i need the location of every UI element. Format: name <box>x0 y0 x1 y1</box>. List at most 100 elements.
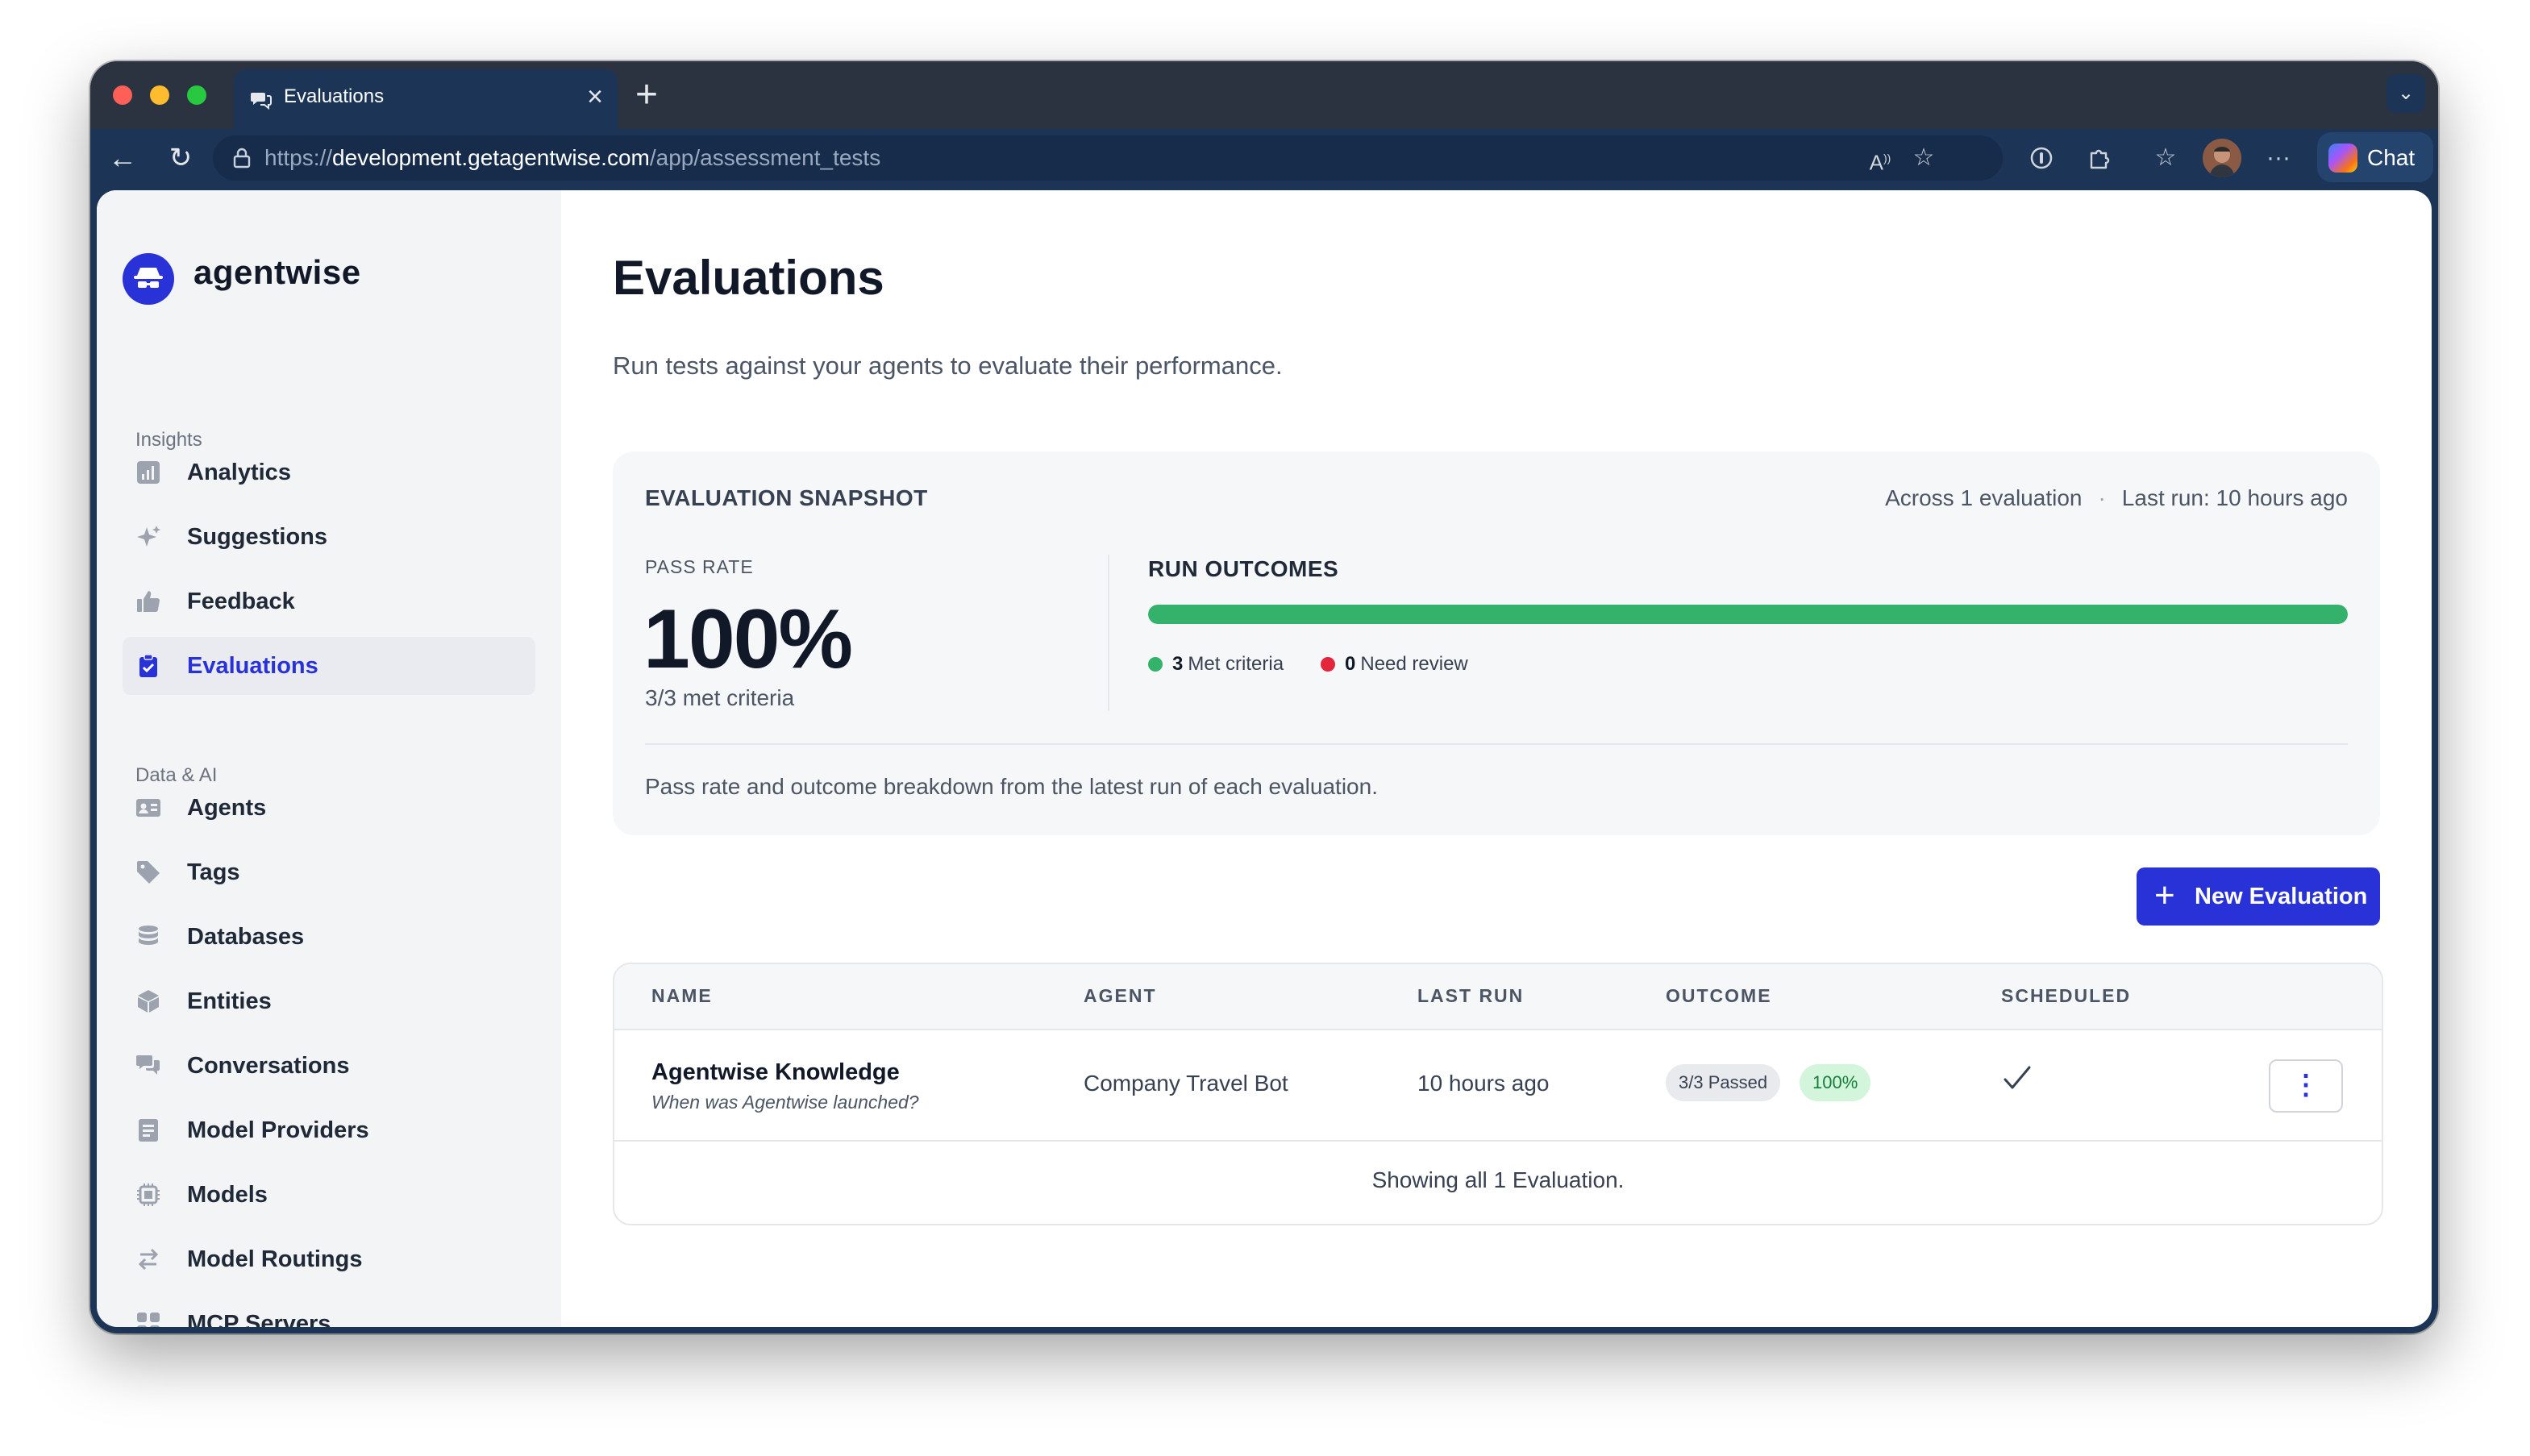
evaluation-name-link[interactable]: Agentwise Knowledge <box>651 1059 900 1086</box>
plus-icon: + <box>2154 876 2175 915</box>
cube-icon <box>138 990 159 1013</box>
sidebar-item-tags[interactable]: Tags <box>123 843 535 901</box>
table-footer-text: Showing all 1 Evaluation. <box>1371 1167 1625 1192</box>
sidebar-item-databases[interactable]: Databases <box>123 908 535 966</box>
evaluations-table: NAME AGENT LAST RUN OUTCOME SCHEDULED Ag… <box>613 963 2383 1225</box>
database-icon <box>139 926 158 945</box>
snapshot-footnote: Pass rate and outcome breakdown from the… <box>645 774 1378 799</box>
sidebar-item-label: Analytics <box>187 460 291 485</box>
checkmark-icon <box>2004 1066 2031 1089</box>
chat-label: Chat <box>2367 145 2416 170</box>
chip-icon <box>137 1184 160 1206</box>
page-subtitle: Run tests against your agents to evaluat… <box>613 352 1283 380</box>
table-footer: Showing all 1 Evaluation. <box>614 1140 2382 1224</box>
need-review-dot <box>1321 657 1335 672</box>
snapshot-title: EVALUATION SNAPSHOT <box>645 485 928 510</box>
sidebar-item-evaluations[interactable]: Evaluations <box>123 637 535 695</box>
sidebar-item-label: MCP Servers <box>187 1311 331 1327</box>
met-criteria-dot <box>1148 657 1163 672</box>
profile-avatar[interactable] <box>2203 139 2241 177</box>
snapshot-evaluation-count: Across 1 evaluation <box>1885 485 2083 510</box>
brand-name[interactable]: agentwise <box>193 253 361 292</box>
copilot-icon <box>2328 144 2357 173</box>
address-bar[interactable]: https://development.getagentwise.com/app… <box>213 135 2003 181</box>
table-row[interactable]: Agentwise Knowledge When was Agentwise l… <box>614 1030 2382 1142</box>
sidebar-item-model-routings[interactable]: Model Routings <box>123 1230 535 1288</box>
browser-toolbar: ← ↻ https://development.getagentwise.com… <box>90 129 2438 187</box>
close-tab-icon[interactable]: × <box>587 81 603 113</box>
back-arrow-icon[interactable]: ← <box>102 137 144 179</box>
id-card-icon <box>136 799 160 817</box>
run-outcomes-progress-bar <box>1148 605 2348 624</box>
evaluation-snapshot-card: EVALUATION SNAPSHOT Across 1 evaluation ·… <box>613 451 2380 835</box>
sidebar-item-mcp-servers[interactable]: MCP Servers <box>123 1295 535 1327</box>
chat-bubbles-icon <box>136 1055 160 1075</box>
column-header-name[interactable]: NAME <box>651 985 713 1007</box>
favorites-list-icon[interactable]: ☆ <box>2146 139 2185 177</box>
more-options-icon[interactable]: ··· <box>2259 139 2298 177</box>
sidebar-item-analytics[interactable]: Analytics <box>123 443 535 501</box>
close-window-button[interactable] <box>113 85 132 105</box>
agentwise-logo-icon[interactable] <box>123 253 174 305</box>
sidebar-item-feedback[interactable]: Feedback <box>123 572 535 630</box>
tab-title: Evaluations <box>284 85 385 107</box>
legend-met-criteria: 3 Met criteria <box>1148 653 1284 676</box>
pass-rate-subtext: 3/3 met criteria <box>645 685 795 710</box>
vertical-ellipsis-icon: ⋮ <box>2292 1070 2320 1100</box>
favorite-star-icon[interactable]: ☆ <box>1904 139 1943 177</box>
snapshot-last-run: Last run: 10 hours ago <box>2121 485 2348 510</box>
sidebar-item-suggestions[interactable]: Suggestions <box>123 508 535 566</box>
outcome-percent-badge: 100% <box>1800 1064 1871 1101</box>
main-panel: Evaluations Run tests against your agent… <box>561 190 2432 1327</box>
run-outcomes-met-fill <box>1148 605 2348 624</box>
pass-rate-value: 100% <box>643 593 853 686</box>
agent-cell: Company Travel Bot <box>1084 1071 1288 1096</box>
new-evaluation-button[interactable]: + New Evaluation <box>2137 867 2380 926</box>
column-header-last-run[interactable]: LAST RUN <box>1417 985 1524 1007</box>
clipboard-check-icon <box>139 654 157 677</box>
horizontal-divider <box>645 743 2348 745</box>
row-actions-button[interactable]: ⋮ <box>2269 1059 2343 1113</box>
run-outcomes-title: RUN OUTCOMES <box>1148 556 1339 581</box>
sidebar-item-label: Suggestions <box>187 524 328 550</box>
password-manager-icon[interactable] <box>2022 139 2061 177</box>
evaluation-question: When was Agentwise launched? <box>651 1092 919 1113</box>
column-header-scheduled[interactable]: SCHEDULED <box>2001 985 2131 1007</box>
sidebar-item-label: Evaluations <box>187 653 318 679</box>
sidebar-item-label: Databases <box>187 924 305 950</box>
tag-icon <box>137 861 160 884</box>
reload-icon[interactable]: ↻ <box>160 137 202 179</box>
met-count: 3 <box>1172 653 1184 675</box>
sidebar-item-model-providers[interactable]: Model Providers <box>123 1101 535 1159</box>
read-aloud-icon[interactable]: A)) <box>1861 139 1900 177</box>
browser-titlebar: Evaluations × + ⌄ <box>90 61 2438 129</box>
column-header-agent[interactable]: AGENT <box>1084 985 1157 1007</box>
lock-icon <box>233 148 251 168</box>
sidebar: agentwise Insights Analytics Suggestions… <box>97 190 561 1327</box>
sidebar-item-agents[interactable]: Agents <box>123 779 535 837</box>
tab-list-chevron-icon[interactable]: ⌄ <box>2386 74 2425 113</box>
pass-rate-label: PASS RATE <box>645 556 754 577</box>
thumbs-up-icon <box>137 591 160 612</box>
bar-chart-icon <box>137 461 160 484</box>
review-count: 0 <box>1345 653 1356 675</box>
extensions-puzzle-icon[interactable] <box>2080 139 2119 177</box>
sparkles-icon <box>137 526 160 547</box>
snapshot-meta: Across 1 evaluation · Last run: 10 hours a… <box>1885 485 2348 511</box>
outcome-passed-badge: 3/3 Passed <box>1666 1064 1781 1101</box>
url-text: https://development.getagentwise.com/app… <box>264 145 881 170</box>
copilot-chat-button[interactable]: Chat <box>2317 132 2433 182</box>
column-header-outcome[interactable]: OUTCOME <box>1666 985 1772 1007</box>
sidebar-item-entities[interactable]: Entities <box>123 972 535 1030</box>
sidebar-item-models[interactable]: Models <box>123 1166 535 1224</box>
sidebar-item-conversations[interactable]: Conversations <box>123 1037 535 1095</box>
last-run-cell: 10 hours ago <box>1417 1071 1550 1096</box>
grid-icon <box>137 1312 160 1327</box>
maximize-window-button[interactable] <box>187 85 206 105</box>
vertical-divider <box>1108 555 1109 711</box>
new-tab-button[interactable]: + <box>635 69 658 121</box>
browser-tab-active[interactable]: Evaluations × <box>234 69 618 129</box>
chat-bubbles-icon <box>251 93 272 110</box>
minimize-window-button[interactable] <box>150 85 169 105</box>
legend-need-review: 0 Need review <box>1321 653 1468 676</box>
